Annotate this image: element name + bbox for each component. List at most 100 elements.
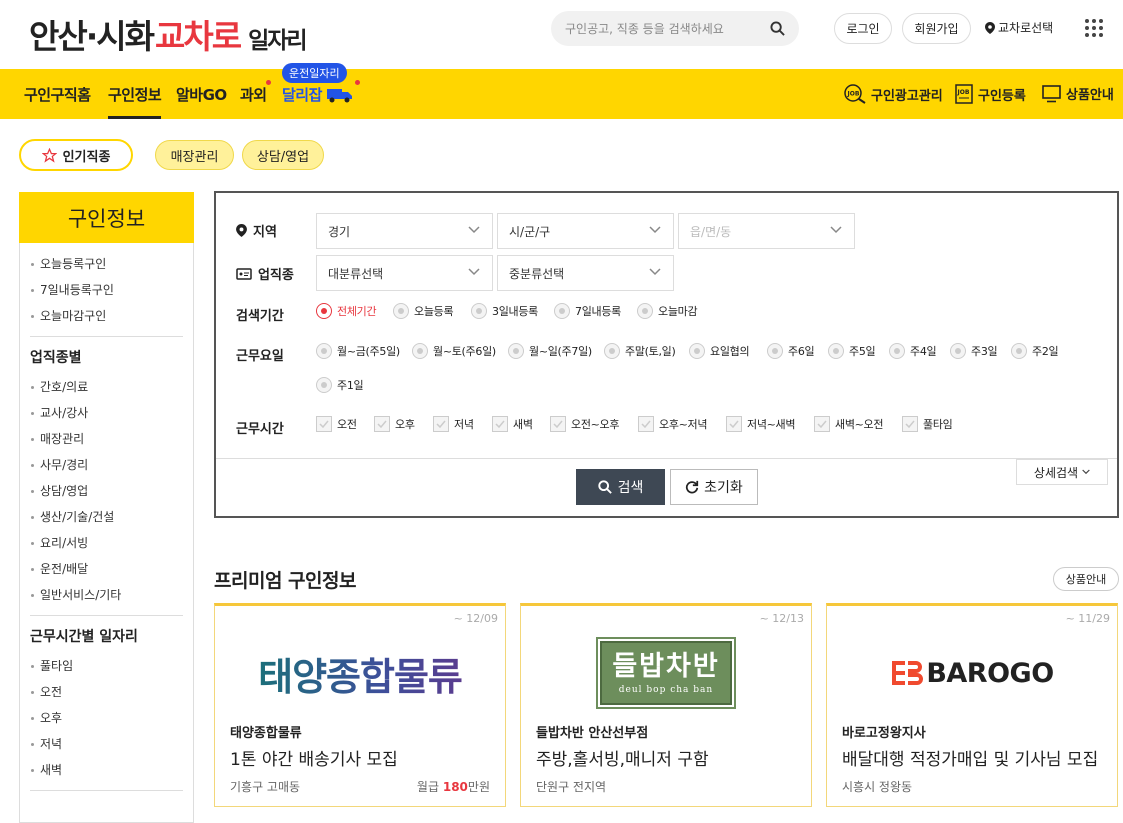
days-option[interactable]: 주4일 <box>889 343 937 359</box>
period-option[interactable]: 오늘마감 <box>637 303 698 319</box>
region-row: 지역 <box>236 221 277 240</box>
period-option-label: 전체기간 <box>337 305 377 318</box>
radio <box>412 343 428 359</box>
category-major-select[interactable]: 대분류선택 <box>316 255 493 291</box>
sidebar-item-cooking[interactable]: 요리/서빙 <box>30 530 183 556</box>
days-option[interactable]: 주6일 <box>767 343 815 359</box>
premium-job-card[interactable]: ~ 12/09 태양종합물류 태양종합물류 1톤 야간 배송기사 모집 기흥구 … <box>214 603 506 807</box>
detail-search-button[interactable]: 상세검색 <box>1016 459 1108 485</box>
card-deadline: ~ 12/13 <box>759 612 804 625</box>
sidebar-item-service[interactable]: 일반서비스/기타 <box>30 582 183 608</box>
login-button[interactable]: 로그인 <box>834 13 892 44</box>
sidebar-item-dawn[interactable]: 새벽 <box>30 757 183 783</box>
card-location: 시흥시 정왕동 <box>842 780 913 794</box>
driving-jobs-bubble: 운전일자리 <box>282 63 347 83</box>
nav-job-register[interactable]: JOB 구인등록 <box>955 84 1026 104</box>
nav-item-dallijob[interactable]: 달리잡 <box>282 84 353 105</box>
sidebar-item-7days[interactable]: 7일내등록구인 <box>30 277 183 303</box>
sidebar-menu: 오늘등록구인 7일내등록구인 오늘마감구인 업직종별 간호/의료 교사/강사 매… <box>19 243 194 823</box>
sidebar-item-sales[interactable]: 상담/영업 <box>30 478 183 504</box>
time-option[interactable]: 오후 <box>374 416 415 432</box>
premium-job-card[interactable]: ~ 11/29 BAROGO 바로고정왕지사 배달대행 적정가매입 및 기사님 … <box>826 603 1118 807</box>
sidebar-item-morning[interactable]: 오전 <box>30 679 183 705</box>
days-option-label: 월~토(주6일) <box>433 345 496 358</box>
sidebar-item-teacher[interactable]: 교사/강사 <box>30 400 183 426</box>
svg-text:JOB: JOB <box>957 89 970 96</box>
time-option[interactable]: 저녁 <box>433 416 474 432</box>
monitor-icon <box>1042 84 1061 102</box>
nav-ad-manage[interactable]: JOB 구인광고관리 <box>844 84 943 104</box>
sidebar-item-closing-today[interactable]: 오늘마감구인 <box>30 303 183 329</box>
chip-store-management[interactable]: 매장관리 <box>155 140 234 170</box>
days-option[interactable]: 주1일 <box>316 377 364 393</box>
time-option[interactable]: 새벽~오전 <box>814 416 884 432</box>
sidebar-item-office[interactable]: 사무/경리 <box>30 452 183 478</box>
nav-item-albago[interactable]: 알바GO <box>176 84 227 105</box>
time-option[interactable]: 오전 <box>316 416 357 432</box>
reset-button-label: 초기화 <box>704 480 743 496</box>
days-option[interactable]: 월~금(주5일) <box>316 343 400 359</box>
search-input[interactable] <box>565 21 761 36</box>
time-option-label: 오전 <box>337 418 357 431</box>
time-option-label: 새벽~오전 <box>835 418 884 431</box>
days-option-label: 주6일 <box>788 345 815 358</box>
period-option[interactable]: 전체기간 <box>316 303 377 319</box>
days-option[interactable]: 주3일 <box>950 343 998 359</box>
sidebar-title: 구인정보 <box>19 192 194 243</box>
search-panel: 지역 경기 시/군/구 읍/면/동 업직종 대분류선택 중분류선택 검색기간 전… <box>214 191 1119 518</box>
popular-jobs-button[interactable]: 인기직종 <box>19 139 133 171</box>
time-option[interactable]: 저녁~새벽 <box>726 416 796 432</box>
time-option[interactable]: 풀타임 <box>902 416 953 432</box>
search-icon[interactable] <box>770 21 785 40</box>
days-option-label: 월~금(주5일) <box>337 345 400 358</box>
premium-guide-button[interactable]: 상품안내 <box>1053 567 1119 591</box>
card-pay: 월급 180만원 <box>417 778 490 795</box>
time-option[interactable]: 오전~오후 <box>550 416 620 432</box>
nav-item-job-info[interactable]: 구인정보 <box>108 84 162 119</box>
period-row: 검색기간 <box>236 305 284 324</box>
days-option[interactable]: 주5일 <box>828 343 876 359</box>
town-value: 읍/면/동 <box>690 224 732 239</box>
sidebar-item-afternoon[interactable]: 오후 <box>30 705 183 731</box>
province-select[interactable]: 경기 <box>316 213 493 249</box>
company-logo-text: BAROGO <box>926 657 1054 689</box>
days-option[interactable]: 주말(토,일) <box>604 343 676 359</box>
days-option-label: 주1일 <box>337 379 364 392</box>
period-option[interactable]: 3일내등록 <box>471 303 538 319</box>
nav-item-jobs-home[interactable]: 구인구직홈 <box>24 84 91 105</box>
sidebar-item-today[interactable]: 오늘등록구인 <box>30 251 183 277</box>
nav-product-guide[interactable]: 상품안내 <box>1042 84 1114 103</box>
logo-service: 일자리 <box>248 28 308 54</box>
sidebar-item-production[interactable]: 생산/기술/건설 <box>30 504 183 530</box>
nav-job-register-label: 구인등록 <box>978 88 1026 104</box>
time-option-label: 새벽 <box>513 418 533 431</box>
sidebar-item-driving[interactable]: 운전/배달 <box>30 556 183 582</box>
sidebar-item-fulltime[interactable]: 풀타임 <box>30 653 183 679</box>
nav-ad-manage-label: 구인광고관리 <box>871 88 943 104</box>
all-menu-icon[interactable] <box>1085 19 1103 37</box>
reset-button[interactable]: 초기화 <box>670 469 758 505</box>
radio <box>767 343 783 359</box>
chip-sales-consulting[interactable]: 상담/영업 <box>242 140 324 170</box>
sidebar-item-medical[interactable]: 간호/의료 <box>30 374 183 400</box>
town-select[interactable]: 읍/면/동 <box>678 213 855 249</box>
period-option[interactable]: 오늘등록 <box>393 303 454 319</box>
sidebar-item-evening[interactable]: 저녁 <box>30 731 183 757</box>
city-select[interactable]: 시/군/구 <box>497 213 674 249</box>
premium-job-card[interactable]: ~ 12/13 들밥차반 deul bop cha ban 들밥차반 안산선부점… <box>520 603 812 807</box>
site-logo[interactable]: 안산·시화 교차로 일자리 <box>29 10 308 56</box>
nav-item-tutoring[interactable]: 과외 <box>240 84 267 105</box>
period-option[interactable]: 7일내등록 <box>554 303 621 319</box>
days-option[interactable]: 요일협의 <box>689 343 750 359</box>
days-option[interactable]: 월~토(주6일) <box>412 343 496 359</box>
days-option[interactable]: 주2일 <box>1011 343 1059 359</box>
divider <box>30 790 183 791</box>
sidebar-item-store[interactable]: 매장관리 <box>30 426 183 452</box>
days-option[interactable]: 월~일(주7일) <box>508 343 592 359</box>
search-button[interactable]: 검색 <box>576 469 665 505</box>
time-option[interactable]: 새벽 <box>492 416 533 432</box>
signup-button[interactable]: 회원가입 <box>902 13 971 44</box>
time-option[interactable]: 오후~저녁 <box>638 416 708 432</box>
region-select-button[interactable]: 교차로선택 <box>985 19 1053 36</box>
category-minor-select[interactable]: 중분류선택 <box>497 255 674 291</box>
